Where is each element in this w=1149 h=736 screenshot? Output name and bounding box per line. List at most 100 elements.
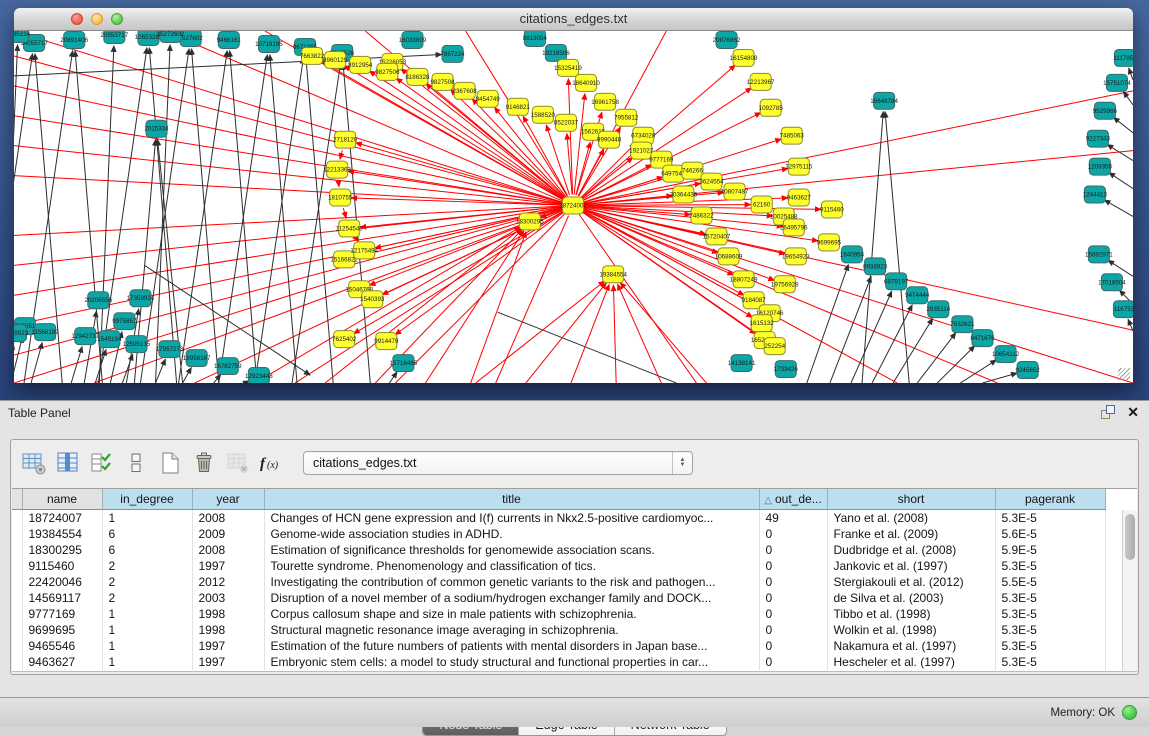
graph-node[interactable]: 7663822: [300, 47, 325, 64]
table-cell[interactable]: 0: [759, 622, 827, 638]
graph-node[interactable]: 18807249: [730, 271, 758, 288]
table-cell[interactable]: 1997: [192, 638, 264, 654]
table-cell[interactable]: 1: [102, 510, 192, 527]
column-header-year[interactable]: year: [192, 489, 264, 510]
graph-node[interactable]: 8912954: [348, 56, 373, 73]
graph-node[interactable]: 15272602: [157, 31, 185, 42]
table-cell[interactable]: 0: [759, 526, 827, 542]
table-cell[interactable]: 9777169: [22, 606, 102, 622]
graph-node[interactable]: 18724007: [559, 197, 587, 214]
table-cell[interactable]: 5.3E-5: [995, 638, 1105, 654]
close-panel-icon[interactable]: ✕: [1127, 405, 1139, 419]
graph-node[interactable]: 12213967: [747, 73, 775, 90]
column-header-in-degree[interactable]: in_degree: [102, 489, 192, 510]
table-cell[interactable]: Investigating the contribution of common…: [264, 574, 759, 590]
graph-node[interactable]: 8471676: [970, 330, 995, 347]
graph-node[interactable]: 1588520: [531, 106, 556, 123]
graph-node[interactable]: 10654112: [992, 346, 1020, 363]
table-cell[interactable]: 0: [759, 638, 827, 654]
show-columns-button[interactable]: [53, 449, 83, 477]
table-row[interactable]: 1938455462009Genome-wide association stu…: [12, 526, 1105, 542]
table-scrollbar-thumb[interactable]: [1125, 514, 1135, 560]
graph-node[interactable]: 11254540: [336, 220, 364, 237]
graph-node[interactable]: 1640954: [840, 246, 865, 263]
table-cell[interactable]: 18724007: [22, 510, 102, 527]
graph-node[interactable]: 1540393: [360, 291, 385, 308]
float-panel-icon[interactable]: [1101, 405, 1115, 419]
graph-node[interactable]: 9466161: [217, 31, 242, 48]
table-cell[interactable]: 0: [759, 542, 827, 558]
column-header-out-de[interactable]: △out_de...: [759, 489, 827, 510]
graph-node[interactable]: 17957273: [156, 341, 184, 358]
graph-node[interactable]: 15751074: [1103, 74, 1131, 91]
table-cell[interactable]: Tourette syndrome. Phenomenology and cla…: [264, 558, 759, 574]
graph-node[interactable]: 15325419: [554, 59, 582, 76]
table-cell[interactable]: 5.3E-5: [995, 606, 1105, 622]
table-cell[interactable]: 19384554: [22, 526, 102, 542]
table-cell[interactable]: 5.3E-5: [995, 622, 1105, 638]
graph-node[interactable]: 9463627: [787, 189, 812, 206]
graph-node[interactable]: 252254: [764, 338, 785, 355]
graph-node[interactable]: 15892971: [1085, 246, 1113, 263]
graph-node[interactable]: 746266: [682, 162, 703, 179]
table-cell[interactable]: Disruption of a novel member of a sodium…: [264, 590, 759, 606]
graph-node[interactable]: 6734028: [631, 127, 656, 144]
graph-node[interactable]: 8522037: [554, 114, 579, 131]
graph-node[interactable]: 10719195: [255, 35, 283, 52]
table-row[interactable]: 946554611997Estimation of the future num…: [12, 638, 1105, 654]
table-cell[interactable]: Genome-wide association studies in ADHD.: [264, 526, 759, 542]
graph-node[interactable]: 16961758: [591, 93, 619, 110]
graph-node[interactable]: 1209358: [1088, 158, 1113, 175]
graph-node[interactable]: 1733426: [774, 361, 799, 378]
graph-node[interactable]: 2015334: [144, 120, 169, 137]
table-cell[interactable]: 1997: [192, 654, 264, 670]
graph-node[interactable]: 9914479: [374, 333, 399, 350]
graph-node[interactable]: 9827506: [375, 63, 400, 80]
table-row[interactable]: 977716911998Corpus callosum shape and si…: [12, 606, 1105, 622]
table-cell[interactable]: 0: [759, 654, 827, 670]
graph-node[interactable]: 18300295: [516, 213, 544, 230]
graph-node[interactable]: 7857224: [440, 45, 465, 62]
table-row[interactable]: 911546021997Tourette syndrome. Phenomeno…: [12, 558, 1105, 574]
graph-node[interactable]: 12942737: [71, 328, 99, 345]
table-row[interactable]: 946362711997Embryonic stem cells: a mode…: [12, 654, 1105, 670]
delete-items-button[interactable]: [189, 449, 219, 477]
table-row[interactable]: 2242004622012Investigating the contribut…: [12, 574, 1105, 590]
graph-node[interactable]: 1117954: [1113, 49, 1133, 66]
table-cell[interactable]: 6: [102, 526, 192, 542]
table-cell[interactable]: 5.3E-5: [995, 590, 1105, 606]
table-cell[interactable]: 14569117: [22, 590, 102, 606]
table-cell[interactable]: 0: [759, 558, 827, 574]
graph-node[interactable]: 9146821: [506, 98, 531, 115]
graph-node[interactable]: 10807487: [721, 183, 749, 200]
table-cell[interactable]: Jankovic et al. (1997): [827, 558, 995, 574]
table-cell[interactable]: 9699695: [22, 622, 102, 638]
table-cell[interactable]: 18300295: [22, 542, 102, 558]
graph-node[interactable]: 1545194: [97, 331, 122, 348]
graph-node[interactable]: 19958167: [183, 350, 211, 367]
table-cell[interactable]: 1: [102, 654, 192, 670]
graph-node[interactable]: 7955812: [614, 109, 639, 126]
row-options-button[interactable]: [121, 449, 151, 477]
graph-node[interactable]: 7485063: [780, 127, 805, 144]
graph-node[interactable]: 12505135: [123, 336, 151, 353]
table-cell[interactable]: 9465546: [22, 638, 102, 654]
graph-node[interactable]: 3919923: [14, 325, 29, 342]
graph-node[interactable]: 16033809: [399, 31, 427, 48]
graph-node[interactable]: 20876862: [713, 31, 741, 48]
table-cell[interactable]: 2008: [192, 542, 264, 558]
create-table-button[interactable]: [155, 449, 185, 477]
graph-node[interactable]: 19654923: [782, 248, 810, 265]
column-header-short[interactable]: short: [827, 489, 995, 510]
graph-node[interactable]: 17359924: [127, 290, 155, 307]
table-cell[interactable]: Stergiakouli et al. (2012): [827, 574, 995, 590]
graph-node[interactable]: 8186328: [405, 68, 430, 85]
graph-node[interactable]: 9227343: [1086, 130, 1111, 147]
graph-node[interactable]: 8813054: [523, 31, 548, 46]
table-cell[interactable]: 2008: [192, 510, 264, 527]
graph-node[interactable]: 2367608: [453, 82, 478, 99]
table-cell[interactable]: Nakamura et al. (1997): [827, 638, 995, 654]
graph-node[interactable]: 116753: [1113, 301, 1133, 318]
graph-node[interactable]: 1244413: [1083, 186, 1108, 203]
graph-node[interactable]: 8454749: [476, 90, 501, 107]
